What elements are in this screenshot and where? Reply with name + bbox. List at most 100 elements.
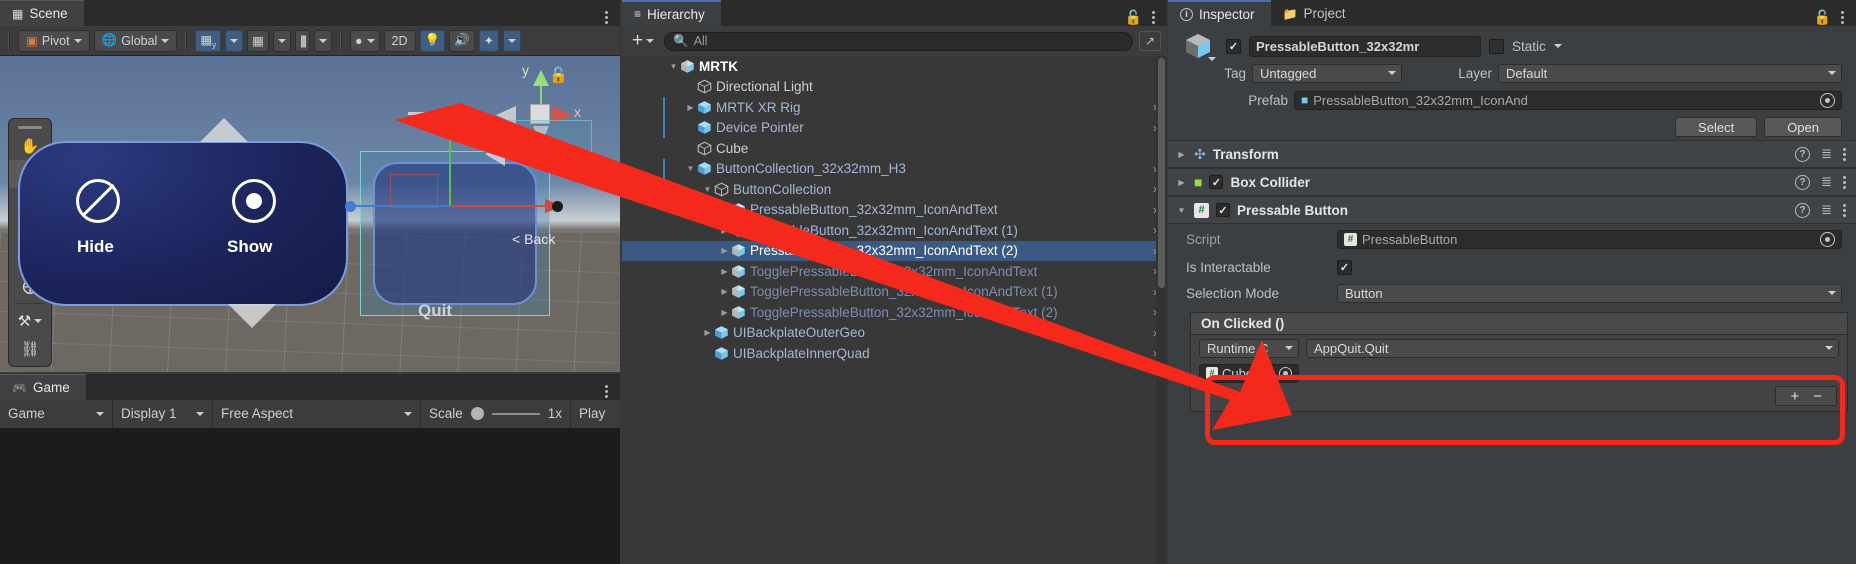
prefab-select-button[interactable]: Select	[1675, 117, 1758, 137]
effects-button[interactable]: ✦	[478, 29, 500, 52]
event-mode-dropdown[interactable]: Runtime C	[1199, 338, 1299, 358]
kebab-icon[interactable]	[605, 383, 610, 400]
chevron-down-icon[interactable]	[1553, 44, 1562, 48]
object-picker-icon[interactable]	[1820, 231, 1835, 247]
hierarchy-row[interactable]: ▶ PressableButton_32x32mm_IconAndText (1)…	[622, 220, 1167, 241]
chevron-down-icon[interactable]: ▼	[684, 164, 697, 173]
shading-mode-button[interactable]: ●	[349, 29, 380, 52]
component-actions[interactable]: ? ≣	[1795, 174, 1848, 191]
hierarchy-row[interactable]: ▼ ButtonCollection ›	[622, 179, 1167, 200]
inspector-tab-menu[interactable]: 🔓	[1814, 9, 1856, 26]
chevron-right-icon[interactable]: ▶	[1176, 150, 1187, 159]
ruler-dropdown[interactable]	[313, 29, 332, 52]
kebab-icon[interactable]	[1152, 9, 1157, 26]
ruler-button[interactable]: ||||	[294, 29, 310, 52]
event-add-remove-buttons[interactable]: + −	[1775, 386, 1837, 406]
on-clicked-header[interactable]: On Clicked ()	[1190, 312, 1848, 335]
scene-lighting-button[interactable]: 💡	[419, 29, 446, 52]
add-event-button[interactable]: +	[1790, 388, 1799, 405]
script-object-field[interactable]: # PressableButton	[1337, 229, 1842, 249]
global-button[interactable]: 🌐 Global	[93, 29, 178, 52]
hierarchy-tree[interactable]: ▼ MRTK Directional Light ▶ MRTK XR Rig › Dev…	[622, 56, 1167, 564]
scrollbar-thumb[interactable]	[1158, 58, 1165, 288]
move-plane-handle[interactable]	[390, 174, 438, 208]
preset-icon[interactable]: ≣	[1821, 202, 1832, 218]
tab-game[interactable]: 🎮 Game	[0, 374, 86, 400]
chevron-down-icon[interactable]: ▼	[1176, 206, 1187, 215]
preset-icon[interactable]: ≣	[1821, 174, 1832, 190]
chevron-right-icon[interactable]: ▶	[1176, 178, 1187, 187]
layer-dropdown[interactable]: Default	[1498, 63, 1842, 83]
tab-scene[interactable]: ▦ Scene	[0, 0, 84, 26]
pressable-button-enabled-checkbox[interactable]: ✓	[1216, 203, 1230, 217]
chevron-right-icon[interactable]: ▶	[718, 205, 731, 214]
remove-event-button[interactable]: −	[1813, 388, 1822, 405]
2d-toggle-button[interactable]: 2D	[383, 29, 416, 52]
hierarchy-row[interactable]: Device Pointer ›	[622, 117, 1167, 138]
chevron-right-icon[interactable]: ▶	[718, 246, 731, 255]
kebab-icon[interactable]	[605, 9, 610, 26]
hierarchy-row[interactable]: ▶ PressableButton_32x32mm_IconAndText (2)…	[622, 240, 1167, 261]
chevron-right-icon[interactable]: ▶	[701, 328, 714, 337]
hierarchy-row[interactable]: ▶ MRTK XR Rig ›	[622, 97, 1167, 118]
aspect-dropdown[interactable]: Free Aspect	[213, 399, 421, 428]
event-object-field[interactable]: # Cube (/	[1199, 363, 1299, 383]
hierarchy-row[interactable]: ▼ MRTK	[622, 56, 1167, 77]
play-focused-dropdown[interactable]: Play	[571, 399, 620, 428]
move-handle-z[interactable]	[345, 201, 356, 212]
game-tab-menu[interactable]	[605, 383, 620, 400]
prefab-open-button[interactable]: Open	[1764, 117, 1842, 137]
chevron-right-icon[interactable]: ▶	[718, 226, 731, 235]
hierarchy-row[interactable]: ▶ TogglePressableButton_32x32mm_IconAndTe…	[622, 261, 1167, 282]
move-handle-center[interactable]	[552, 201, 563, 212]
event-function-dropdown[interactable]: AppQuit.Quit	[1306, 338, 1839, 358]
scene-tab-menu[interactable]	[605, 9, 620, 26]
component-actions[interactable]: ? ≣	[1795, 146, 1848, 163]
kebab-icon[interactable]	[1843, 202, 1848, 219]
hierarchy-row[interactable]: ▶ TogglePressableButton_32x32mm_IconAndTe…	[622, 282, 1167, 303]
kebab-icon[interactable]	[1843, 174, 1848, 191]
chevron-right-icon[interactable]: ▶	[718, 308, 731, 317]
hierarchy-row[interactable]: Cube	[622, 138, 1167, 159]
component-actions[interactable]: ? ≣	[1795, 202, 1848, 219]
pivot-button[interactable]: ▣ Pivot	[18, 29, 90, 52]
is-interactable-checkbox[interactable]: ✓	[1337, 259, 1352, 275]
box-collider-enabled-checkbox[interactable]: ✓	[1209, 175, 1224, 189]
move-handle-y[interactable]	[441, 104, 459, 126]
kebab-icon[interactable]	[1843, 146, 1848, 163]
lock-icon[interactable]: 🔓	[549, 66, 568, 84]
hierarchy-row[interactable]: ▶ PressableButton_32x32mm_IconAndText ›	[622, 200, 1167, 221]
object-picker-icon[interactable]	[1279, 366, 1292, 380]
chevron-down-icon[interactable]	[1208, 57, 1216, 61]
tab-project[interactable]: 📁 Project	[1270, 0, 1362, 26]
mrtk-button-slate[interactable]: Hide Show	[18, 141, 348, 306]
audio-toggle-button[interactable]: 🔊	[449, 29, 475, 52]
lock-icon[interactable]: 🔓	[1125, 9, 1142, 26]
component-header-box-collider[interactable]: ▶ ■ ✓ Box Collider ? ≣	[1168, 168, 1856, 196]
chevron-right-icon[interactable]: ▶	[718, 287, 731, 296]
open-in-new-window-icon[interactable]: ↗	[1139, 31, 1161, 51]
hierarchy-row[interactable]: ▶ UIBackplateOuterGeo ›	[622, 323, 1167, 344]
hierarchy-row[interactable]: ▼ ButtonCollection_32x32mm_H3 ›	[622, 158, 1167, 179]
tab-inspector[interactable]: i Inspector	[1168, 0, 1271, 26]
add-gameobject-button[interactable]: +	[628, 31, 658, 50]
hierarchy-scrollbar[interactable]	[1156, 56, 1167, 564]
component-header-transform[interactable]: ▶ ✣ Transform ? ≣	[1168, 140, 1856, 168]
custom-editor-tool[interactable]: ⚒	[9, 307, 51, 335]
object-picker-icon[interactable]	[1820, 92, 1835, 108]
gameobject-name-field[interactable]: PressableButton_32x32mr	[1249, 35, 1481, 57]
grid-visibility-button[interactable]: ▦y	[195, 29, 222, 52]
kebab-icon[interactable]	[1841, 9, 1846, 26]
grid-snapping-button[interactable]: ▦	[247, 29, 269, 52]
lock-icon[interactable]: 🔓	[1814, 9, 1831, 26]
tag-dropdown[interactable]: Untagged	[1252, 63, 1402, 83]
static-checkbox[interactable]	[1489, 38, 1504, 54]
selection-mode-dropdown[interactable]: Button	[1337, 283, 1842, 303]
gameobject-enabled-checkbox[interactable]: ✓	[1226, 38, 1241, 54]
tools-drag-handle[interactable]	[9, 122, 51, 132]
component-header-pressable-button[interactable]: ▼ # ✓ Pressable Button ? ≣	[1168, 196, 1856, 224]
joint-tool[interactable]: ⛓	[9, 335, 51, 363]
scale-slider[interactable]: Scale 1x	[421, 399, 571, 428]
display-dropdown[interactable]: Display 1	[113, 399, 213, 428]
tab-hierarchy[interactable]: ≡ Hierarchy	[622, 0, 721, 26]
